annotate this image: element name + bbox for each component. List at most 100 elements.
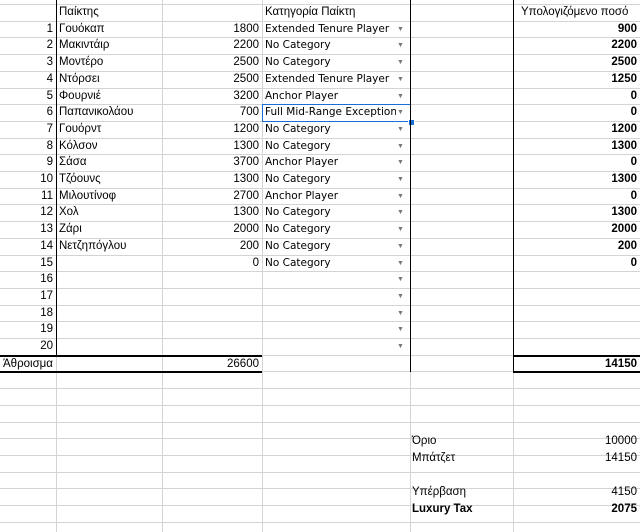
category-dropdown[interactable] bbox=[262, 288, 396, 305]
dropdown-arrow-icon[interactable]: ▼ bbox=[397, 238, 404, 255]
player-name-cell[interactable]: Σάσα bbox=[56, 154, 162, 171]
category-dropdown[interactable]: No Category bbox=[262, 171, 396, 188]
player-name-cell[interactable]: Γουόκαπ bbox=[56, 21, 162, 38]
player-name-cell[interactable] bbox=[56, 255, 162, 272]
dropdown-arrow-icon[interactable]: ▼ bbox=[397, 21, 404, 38]
category-dropdown[interactable]: No Category bbox=[262, 204, 396, 221]
player-name-cell[interactable]: Παπανικολάου bbox=[56, 104, 162, 121]
salary-cell[interactable]: 2700 bbox=[162, 188, 262, 205]
category-dropdown[interactable] bbox=[262, 305, 396, 322]
salary-cell[interactable]: 1800 bbox=[162, 21, 262, 38]
computed-amount-cell: 0 bbox=[630, 90, 637, 102]
salary-cell[interactable]: 2500 bbox=[162, 71, 262, 88]
player-name-cell[interactable]: Νετζηπόγλου bbox=[56, 238, 162, 255]
grid-row-line bbox=[0, 472, 640, 473]
player-name-cell[interactable] bbox=[56, 271, 162, 288]
category-dropdown[interactable]: Anchor Player bbox=[262, 88, 396, 105]
table-border bbox=[56, 0, 57, 355]
dropdown-arrow-icon[interactable]: ▼ bbox=[397, 305, 404, 322]
salary-cell[interactable]: 200 bbox=[162, 238, 262, 255]
player-name-cell[interactable]: Μιλουτίνοφ bbox=[56, 188, 162, 205]
dropdown-arrow-icon[interactable]: ▼ bbox=[397, 71, 404, 88]
category-dropdown[interactable]: Anchor Player bbox=[262, 154, 396, 171]
category-dropdown[interactable]: No Category bbox=[262, 54, 396, 71]
row-number: 15 bbox=[40, 257, 53, 269]
dropdown-arrow-icon[interactable]: ▼ bbox=[397, 288, 404, 305]
dropdown-arrow-icon[interactable]: ▼ bbox=[397, 171, 404, 188]
summary-label: Όριο bbox=[412, 435, 437, 447]
row-number: 19 bbox=[40, 323, 53, 335]
category-dropdown[interactable] bbox=[262, 338, 396, 355]
dropdown-arrow-icon[interactable]: ▼ bbox=[397, 338, 404, 355]
salary-cell[interactable]: 1200 bbox=[162, 121, 262, 138]
player-name-cell[interactable]: Γουόρντ bbox=[56, 121, 162, 138]
category-dropdown[interactable]: No Category bbox=[262, 238, 396, 255]
player-name-cell[interactable]: Μακιντάιρ bbox=[56, 37, 162, 54]
dropdown-arrow-icon[interactable]: ▼ bbox=[397, 321, 404, 338]
summary-value: 14150 bbox=[605, 452, 637, 464]
dropdown-arrow-icon[interactable]: ▼ bbox=[397, 138, 404, 155]
category-dropdown[interactable]: No Category bbox=[262, 121, 396, 138]
computed-amount-cell: 0 bbox=[630, 190, 637, 202]
salary-cell[interactable]: 2500 bbox=[162, 54, 262, 71]
player-name-cell[interactable] bbox=[56, 288, 162, 305]
player-name-cell[interactable]: Τζόουνς bbox=[56, 171, 162, 188]
player-name-cell[interactable]: Ντόρσει bbox=[56, 71, 162, 88]
salary-cell[interactable]: 2200 bbox=[162, 37, 262, 54]
dropdown-arrow-icon[interactable]: ▼ bbox=[397, 271, 404, 288]
row-number: 10 bbox=[40, 173, 53, 185]
salary-cell[interactable] bbox=[162, 321, 262, 338]
salary-cell[interactable] bbox=[162, 338, 262, 355]
computed-amount-cell: 2200 bbox=[611, 39, 637, 51]
dropdown-arrow-icon[interactable]: ▼ bbox=[397, 188, 404, 205]
computed-amount-cell: 0 bbox=[630, 257, 637, 269]
player-name-cell[interactable] bbox=[56, 321, 162, 338]
row-number: 4 bbox=[46, 73, 53, 85]
computed-amount-cell: 0 bbox=[630, 156, 637, 168]
salary-cell[interactable]: 3700 bbox=[162, 154, 262, 171]
salary-cell[interactable]: 700 bbox=[162, 104, 262, 121]
row-number: 17 bbox=[40, 290, 53, 302]
computed-amount-cell bbox=[513, 321, 640, 338]
dropdown-arrow-icon[interactable]: ▼ bbox=[397, 88, 404, 105]
salary-cell[interactable] bbox=[162, 305, 262, 322]
salary-cell[interactable]: 1300 bbox=[162, 138, 262, 155]
category-dropdown[interactable] bbox=[262, 321, 396, 338]
category-dropdown[interactable]: Extended Tenure Player bbox=[262, 21, 396, 38]
player-name-cell[interactable] bbox=[56, 338, 162, 355]
salary-cell[interactable] bbox=[162, 271, 262, 288]
dropdown-arrow-icon[interactable]: ▼ bbox=[397, 54, 404, 71]
category-dropdown[interactable]: Anchor Player bbox=[262, 188, 396, 205]
salary-cell[interactable]: 1300 bbox=[162, 204, 262, 221]
category-dropdown[interactable]: No Category bbox=[262, 37, 396, 54]
dropdown-arrow-icon[interactable]: ▼ bbox=[397, 121, 404, 138]
category-dropdown[interactable]: Extended Tenure Player bbox=[262, 71, 396, 88]
dropdown-arrow-icon[interactable]: ▼ bbox=[397, 255, 404, 272]
dropdown-arrow-icon[interactable]: ▼ bbox=[397, 221, 404, 238]
table-border bbox=[513, 0, 514, 372]
computed-amount-cell: 1200 bbox=[611, 123, 637, 135]
total-salary: 26600 bbox=[227, 358, 259, 370]
player-name-cell[interactable] bbox=[56, 305, 162, 322]
category-dropdown[interactable]: No Category bbox=[262, 255, 396, 272]
computed-amount-cell: 1300 bbox=[611, 173, 637, 185]
player-name-cell[interactable]: Μοντέρο bbox=[56, 54, 162, 71]
salary-cell[interactable]: 1300 bbox=[162, 171, 262, 188]
player-name-cell[interactable]: Ζάρι bbox=[56, 221, 162, 238]
row-number: 8 bbox=[46, 140, 53, 152]
salary-cell[interactable]: 2000 bbox=[162, 221, 262, 238]
row-number: 16 bbox=[40, 273, 53, 285]
player-name-cell[interactable]: Κόλσον bbox=[56, 138, 162, 155]
dropdown-arrow-icon[interactable]: ▼ bbox=[397, 154, 404, 171]
player-name-cell[interactable]: Φουρνιέ bbox=[56, 88, 162, 105]
salary-cell[interactable] bbox=[162, 288, 262, 305]
player-name-cell[interactable]: Χολ bbox=[56, 204, 162, 221]
category-dropdown[interactable]: No Category bbox=[262, 221, 396, 238]
dropdown-arrow-icon[interactable]: ▼ bbox=[397, 37, 404, 54]
salary-cell[interactable]: 3200 bbox=[162, 88, 262, 105]
salary-cell[interactable]: 0 bbox=[162, 255, 262, 272]
category-dropdown[interactable] bbox=[262, 271, 396, 288]
category-dropdown[interactable]: No Category bbox=[262, 138, 396, 155]
dropdown-arrow-icon[interactable]: ▼ bbox=[397, 204, 404, 221]
computed-amount-cell: 2500 bbox=[611, 56, 637, 68]
